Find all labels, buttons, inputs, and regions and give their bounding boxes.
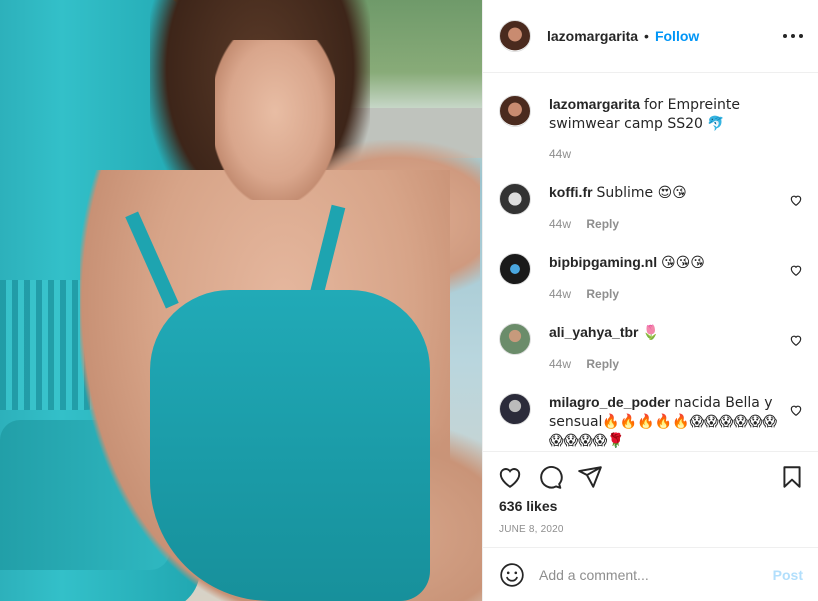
commenter-username[interactable]: milagro_de_poder [549,394,670,410]
comment-meta: 44w Reply [549,217,619,231]
post-side-panel: lazomargarita • Follow lazomargarita for… [482,0,818,601]
comment-text: 😘😘😘 [661,255,705,271]
comment-like-icon[interactable] [789,403,803,417]
author-avatar[interactable] [499,20,531,52]
post-comment-button[interactable]: Post [773,567,803,583]
separator-dot: • [644,28,649,44]
commenter-avatar[interactable] [499,393,531,425]
comment-like-icon[interactable] [789,193,803,207]
comment-item: koffi.fr Sublime 😍😘 44w Reply [499,183,803,233]
comment-icon[interactable] [537,464,563,490]
comment-composer: Post [483,547,818,601]
comment-item: milagro_de_poder nacida Bella y sensual🔥… [499,393,803,451]
comment-meta: 44w Reply [549,357,619,371]
comment-time: 44w [549,357,572,371]
reply-button[interactable]: Reply [586,217,619,231]
post-actions: 636 likes JUNE 8, 2020 [483,451,818,547]
commenter-username[interactable]: bipbipgaming.nl [549,254,657,270]
likes-count[interactable]: 636 likes [499,498,557,514]
comments-list[interactable]: lazomargarita for Empreinte swimwear cam… [483,73,818,451]
more-options-icon[interactable] [783,26,803,46]
commenter-avatar[interactable] [499,323,531,355]
caption-text-block: lazomargarita for Empreinte swimwear cam… [549,95,779,133]
commenter-avatar[interactable] [499,253,531,285]
post-date: JUNE 8, 2020 [499,524,564,535]
comment-like-icon[interactable] [789,333,803,347]
share-icon[interactable] [577,464,603,490]
heart-icon[interactable] [497,464,523,490]
commenter-username[interactable]: ali_yahya_tbr [549,324,639,340]
comment-time: 44w [549,287,572,301]
commenter-username[interactable]: koffi.fr [549,184,593,200]
emoji-icon[interactable] [499,562,525,588]
comment-input[interactable] [539,566,773,583]
reply-button[interactable]: Reply [586,287,619,301]
comment-text-block: bipbipgaming.nl 😘😘😘 [549,253,779,272]
caption-time: 44w [549,147,572,161]
comment-text-block: koffi.fr Sublime 😍😘 [549,183,779,202]
caption-username[interactable]: lazomargarita [549,96,640,112]
comment-like-icon[interactable] [789,263,803,277]
author-avatar[interactable] [499,95,531,127]
commenter-avatar[interactable] [499,183,531,215]
comment-text: Sublime 😍😘 [596,185,687,201]
comment-item: bipbipgaming.nl 😘😘😘 44w Reply [499,253,803,303]
author-username[interactable]: lazomargarita [547,28,638,44]
comment-item: ali_yahya_tbr 🌷 44w Reply [499,323,803,373]
caption: lazomargarita for Empreinte swimwear cam… [499,95,803,165]
comment-text-block: milagro_de_poder nacida Bella y sensual🔥… [549,393,779,450]
comment-time: 44w [549,217,572,231]
post-photo[interactable] [0,0,482,601]
comment-text-block: ali_yahya_tbr 🌷 [549,323,779,342]
photo-face [215,40,335,200]
reply-button[interactable]: Reply [586,357,619,371]
post-header: lazomargarita • Follow [483,0,818,73]
photo-swimsuit [150,290,430,601]
comment-text: 🌷 [642,325,660,341]
follow-button[interactable]: Follow [655,28,699,44]
bookmark-icon[interactable] [779,464,805,490]
comment-meta: 44w Reply [549,287,619,301]
